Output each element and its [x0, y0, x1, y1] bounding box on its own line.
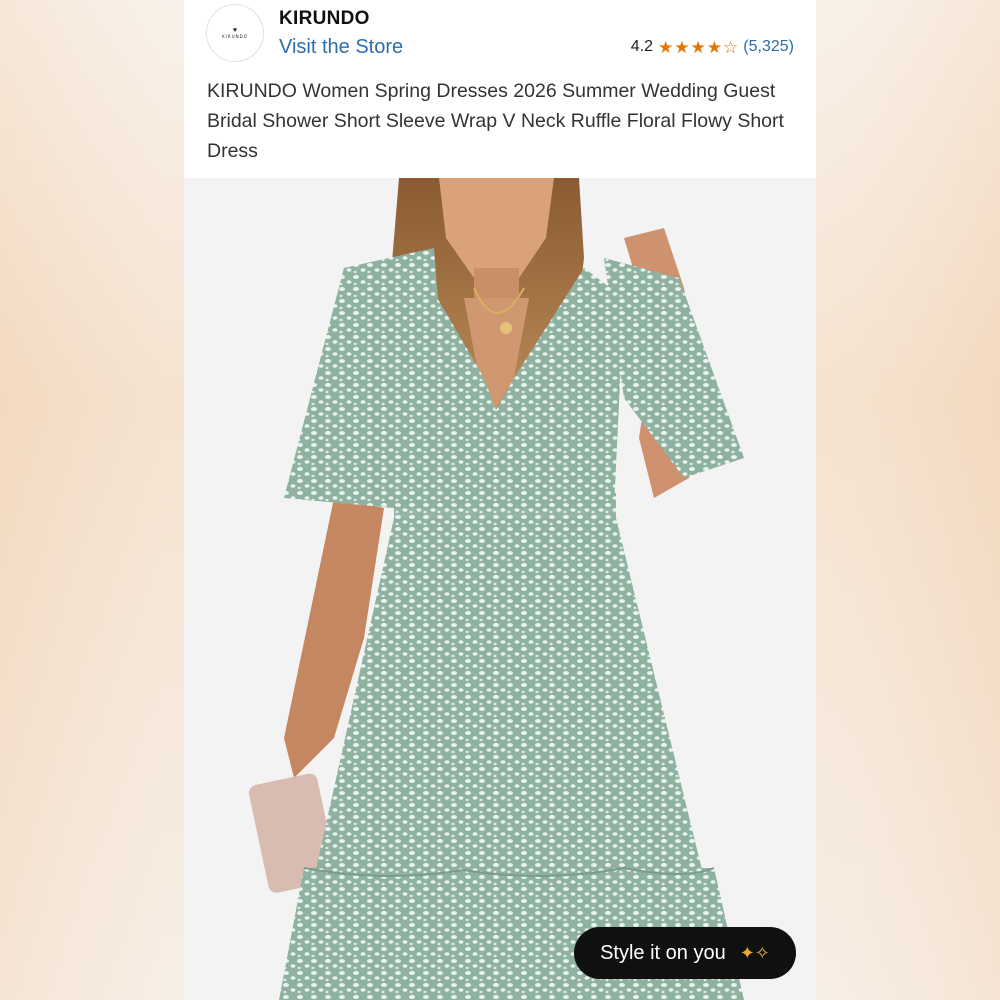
product-photo[interactable]: Style it on you ✦✧ [184, 178, 816, 1000]
star-full-icon: ★ [674, 37, 690, 57]
dress-model-illustration [184, 178, 816, 1000]
rating-summary[interactable]: 4.2 ★ ★ ★ ★ ☆ (5,325) [631, 38, 794, 56]
product-title: KIRUNDO Women Spring Dresses 2026 Summer… [207, 80, 784, 162]
heart-icon: ♥ [232, 26, 238, 34]
star-empty-icon: ☆ [723, 37, 739, 57]
star-full-icon: ★ [658, 37, 674, 57]
sparkle-icon: ✦✧ [739, 942, 770, 963]
product-card: ♥ KIRUNDO KIRUNDO Visit the Store 4.2 ★ … [184, 0, 816, 1000]
rating-value: 4.2 [630, 38, 654, 55]
star-full-icon: ★ [706, 37, 723, 57]
style-it-on-you-label: Style it on you [600, 941, 726, 964]
product-header: ♥ KIRUNDO KIRUNDO Visit the Store 4.2 ★ … [184, 0, 816, 170]
store-logo-text: KIRUNDO [222, 33, 248, 39]
style-it-on-you-button[interactable]: Style it on you ✦✧ [574, 927, 796, 979]
star-full-icon: ★ [690, 37, 706, 57]
background-left [0, 0, 184, 1000]
background-right [816, 0, 1000, 1000]
store-name: KIRUNDO [279, 8, 370, 29]
star-rating: ★ ★ ★ ★ ☆ [658, 39, 738, 56]
store-logo[interactable]: ♥ KIRUNDO [206, 4, 264, 62]
review-count-link[interactable]: (5,325) [743, 38, 794, 56]
visit-store-link[interactable]: Visit the Store [279, 36, 403, 59]
